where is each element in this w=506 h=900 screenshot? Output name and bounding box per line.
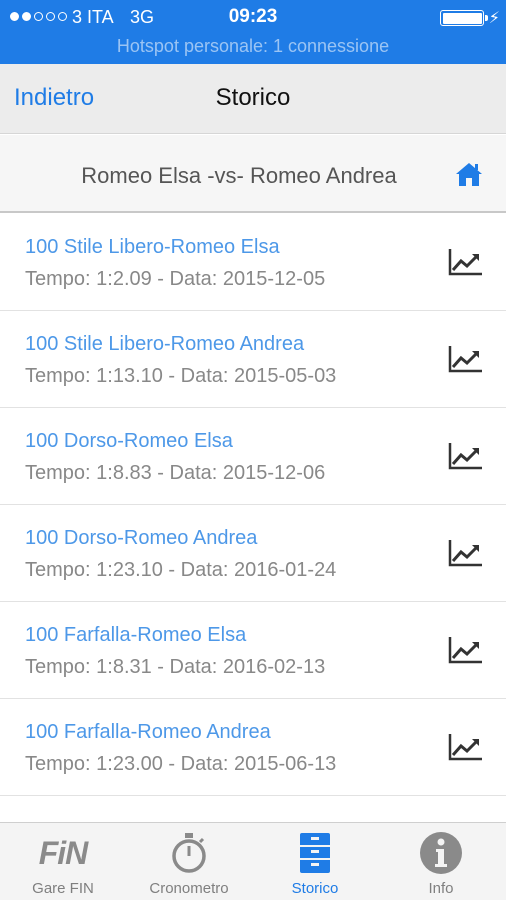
record-time-date: Tempo: 1:23.10 - Data: 2016-01-24 [25, 559, 337, 581]
trend-chart-icon[interactable] [448, 538, 484, 568]
battery-icon [440, 10, 488, 26]
record-event-name[interactable]: 100 Dorso-Romeo Elsa [25, 430, 233, 453]
info-icon [420, 832, 462, 874]
tab-label: Info [428, 880, 454, 897]
record-event-name[interactable]: 100 Stile Libero-Romeo Andrea [25, 333, 304, 356]
navigation-bar: Indietro Storico [0, 64, 506, 134]
record-event-name[interactable]: 100 Dorso-Romeo Andrea [25, 527, 257, 550]
tab-label: Gare FIN [32, 880, 94, 897]
list-item[interactable]: 100 Dorso-Romeo Andrea Tempo: 1:23.10 - … [0, 505, 506, 602]
status-time: 09:23 [228, 6, 278, 27]
trend-chart-icon[interactable] [448, 441, 484, 471]
tab-gare-fin[interactable]: FiN Gare FIN [0, 823, 126, 900]
record-event-name[interactable]: 100 Stile Libero-Romeo Elsa [25, 236, 280, 259]
hotspot-banner[interactable]: Hotspot personale: 1 connessione [0, 36, 506, 57]
tab-cronometro[interactable]: Cronometro [126, 823, 252, 900]
record-time-date: Tempo: 1:8.31 - Data: 2016-02-13 [25, 656, 326, 678]
trend-chart-icon[interactable] [448, 344, 484, 374]
list-item[interactable]: 100 Farfalla-Romeo Andrea Tempo: 1:23.00… [0, 699, 506, 796]
record-time-date: Tempo: 1:2.09 - Data: 2015-12-05 [25, 268, 326, 290]
list-item[interactable]: 100 Dorso-Romeo Elsa Tempo: 1:8.83 - Dat… [0, 408, 506, 505]
comparison-title: Romeo Elsa -vs- Romeo Andrea [81, 163, 397, 188]
trend-chart-icon[interactable] [448, 247, 484, 277]
comparison-header: Romeo Elsa -vs- Romeo Andrea [0, 135, 506, 213]
trend-chart-icon[interactable] [448, 635, 484, 665]
record-event-name[interactable]: 100 Farfalla-Romeo Andrea [25, 721, 271, 744]
archive-icon [300, 833, 330, 873]
record-time-date: Tempo: 1:13.10 - Data: 2015-05-03 [25, 365, 337, 387]
records-list: 100 Stile Libero-Romeo Elsa Tempo: 1:2.0… [0, 214, 506, 796]
record-time-date: Tempo: 1:8.83 - Data: 2015-12-06 [25, 462, 326, 484]
status-bar: 3 ITA 3G 09:23 ⚡ Hotspot personale: 1 co… [0, 0, 506, 64]
list-item[interactable]: 100 Farfalla-Romeo Elsa Tempo: 1:8.31 - … [0, 602, 506, 699]
tab-info[interactable]: Info [378, 823, 504, 900]
charging-icon: ⚡ [488, 10, 500, 27]
tab-storico[interactable]: Storico [252, 823, 378, 900]
home-icon[interactable] [454, 161, 484, 187]
trend-chart-icon[interactable] [448, 732, 484, 762]
tab-label: Storico [291, 880, 339, 897]
stopwatch-icon [172, 833, 206, 873]
list-item[interactable]: 100 Stile Libero-Romeo Elsa Tempo: 1:2.0… [0, 214, 506, 311]
tab-label: Cronometro [149, 880, 229, 897]
record-event-name[interactable]: 100 Farfalla-Romeo Elsa [25, 624, 246, 647]
fin-logo-icon: FiN [38, 835, 89, 871]
record-time-date: Tempo: 1:23.00 - Data: 2015-06-13 [25, 753, 337, 775]
page-title: Storico [215, 84, 291, 111]
tab-bar: FiN Gare FIN Cronometro Storico Info [0, 822, 506, 900]
list-item[interactable]: 100 Stile Libero-Romeo Andrea Tempo: 1:1… [0, 311, 506, 408]
